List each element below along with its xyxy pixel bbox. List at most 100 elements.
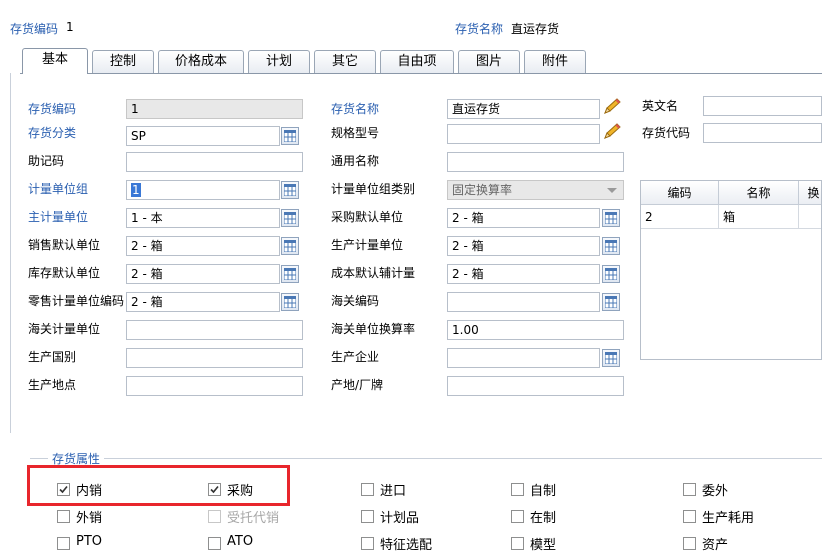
sales-uom-field[interactable]: 2 - 箱 (126, 236, 280, 256)
checkbox-feature-config[interactable] (361, 537, 374, 550)
tab-price-cost[interactable]: 价格成本 (158, 50, 244, 73)
common-name-field[interactable] (447, 152, 624, 172)
origin-place-label: 生产地点 (28, 378, 77, 392)
checkbox-asset[interactable] (683, 537, 696, 550)
header-name-value: 直运存货 (511, 22, 560, 36)
pencil-icon[interactable] (602, 98, 622, 116)
mnemonic-field[interactable] (126, 152, 303, 172)
purchase-uom-field[interactable]: 2 - 箱 (447, 208, 600, 228)
origin-place-field[interactable] (126, 376, 303, 396)
inventory-name-field[interactable]: 直运存货 (447, 99, 600, 119)
grid-icon[interactable] (602, 293, 620, 311)
tab-plan[interactable]: 计划 (248, 50, 310, 73)
grid-icon[interactable] (602, 265, 620, 283)
tab-bar: 基本 控制 价格成本 计划 其它 自由项 图片 附件 (0, 48, 822, 74)
checkbox-label-export: 外销 (76, 511, 103, 526)
inventory-id-field[interactable] (703, 123, 822, 143)
manufacturer-field[interactable] (447, 348, 600, 368)
grid-icon[interactable] (602, 237, 620, 255)
grid-icon[interactable] (281, 209, 299, 227)
customs-uom-field[interactable] (126, 320, 303, 340)
spec-field[interactable] (447, 124, 600, 144)
unit-table: 编码 名称 换 2 箱 (640, 180, 822, 360)
origin-brand-field[interactable] (447, 376, 624, 396)
checkbox-label-wip: 在制 (530, 511, 557, 526)
origin-brand-label: 产地/厂牌 (331, 378, 384, 392)
grid-icon[interactable] (281, 181, 299, 199)
tab-control[interactable]: 控制 (92, 50, 154, 73)
table-cell-rate[interactable] (799, 205, 821, 229)
english-name-label: 英文名 (642, 99, 679, 113)
table-header-rate[interactable]: 换 (799, 181, 821, 205)
header-code-label: 存货编码 (10, 22, 59, 36)
grid-icon[interactable] (281, 265, 299, 283)
checkbox-model[interactable] (511, 537, 524, 550)
sales-uom-label: 销售默认单位 (28, 238, 101, 252)
origin-country-label: 生产国别 (28, 350, 77, 364)
grid-icon[interactable] (602, 209, 620, 227)
checkbox-production-consumption[interactable] (683, 510, 696, 523)
tab-divider (20, 73, 822, 74)
production-uom-label: 生产计量单位 (331, 238, 404, 252)
spec-label: 规格型号 (331, 126, 380, 140)
uom-group-type-select[interactable]: 固定换算率 (447, 180, 624, 200)
tab-free-items[interactable]: 自由项 (380, 50, 454, 73)
cost-uom-label: 成本默认辅计量 (331, 266, 416, 280)
checkbox-consignment (208, 510, 221, 523)
inventory-code-label: 存货编码 (28, 102, 77, 116)
table-header-name[interactable]: 名称 (719, 181, 799, 205)
customs-uom-label: 海关计量单位 (28, 322, 101, 336)
stock-uom-field[interactable]: 2 - 箱 (126, 264, 280, 284)
customs-rate-label: 海关单位换算率 (331, 322, 416, 336)
grid-icon[interactable] (281, 237, 299, 255)
retail-uom-field[interactable]: 2 - 箱 (126, 292, 280, 312)
customs-code-field[interactable] (447, 292, 600, 312)
category-field[interactable]: SP (126, 126, 280, 146)
checkbox-label-feature-config: 特征选配 (380, 538, 433, 553)
tab-basic[interactable]: 基本 (22, 48, 88, 74)
chevron-down-icon[interactable] (603, 180, 621, 200)
inventory-code-field[interactable]: 1 (126, 99, 303, 119)
inventory-name-label: 存货名称 (331, 102, 380, 116)
checkbox-label-pto: PTO (76, 534, 103, 549)
grid-icon[interactable] (281, 127, 299, 145)
checkbox-label-ato: ATO (227, 534, 254, 549)
common-name-label: 通用名称 (331, 154, 380, 168)
table-cell-name[interactable]: 箱 (719, 205, 799, 229)
checkbox-wip[interactable] (511, 510, 524, 523)
checkbox-planned-item[interactable] (361, 510, 374, 523)
table-cell-code[interactable]: 2 (641, 205, 719, 229)
main-uom-field[interactable]: 1 - 本 (126, 208, 280, 228)
table-header-code[interactable]: 编码 (641, 181, 719, 205)
checkbox-outsourced[interactable] (683, 483, 696, 496)
uom-group-type-label: 计量单位组类别 (331, 182, 416, 196)
grid-icon[interactable] (602, 349, 620, 367)
customs-code-label: 海关编码 (331, 294, 380, 308)
checkbox-self-made[interactable] (511, 483, 524, 496)
origin-country-field[interactable] (126, 348, 303, 368)
uom-group-field[interactable]: 1 (126, 180, 280, 200)
checkbox-label-model: 模型 (530, 538, 557, 553)
grid-icon[interactable] (281, 293, 299, 311)
main-uom-label: 主计量单位 (28, 210, 89, 224)
header-code-value: 1 (66, 20, 74, 34)
panel-border (10, 73, 11, 433)
checkbox-label-consignment: 受托代销 (227, 511, 280, 526)
customs-rate-field[interactable]: 1.00 (447, 320, 624, 340)
retail-uom-label: 零售计量单位编码 (28, 294, 125, 308)
checkbox-label-asset: 资产 (702, 538, 729, 553)
checkbox-label-import: 进口 (380, 484, 407, 499)
pencil-icon[interactable] (602, 123, 622, 141)
checkbox-pto[interactable] (57, 537, 70, 550)
stock-uom-label: 库存默认单位 (28, 266, 101, 280)
english-name-field[interactable] (703, 96, 822, 116)
checkbox-ato[interactable] (208, 537, 221, 550)
tab-attachments[interactable]: 附件 (524, 50, 586, 73)
manufacturer-label: 生产企业 (331, 350, 380, 364)
checkbox-import[interactable] (361, 483, 374, 496)
production-uom-field[interactable]: 2 - 箱 (447, 236, 600, 256)
checkbox-export[interactable] (57, 510, 70, 523)
tab-images[interactable]: 图片 (458, 50, 520, 73)
tab-other[interactable]: 其它 (314, 50, 376, 73)
cost-uom-field[interactable]: 2 - 箱 (447, 264, 600, 284)
